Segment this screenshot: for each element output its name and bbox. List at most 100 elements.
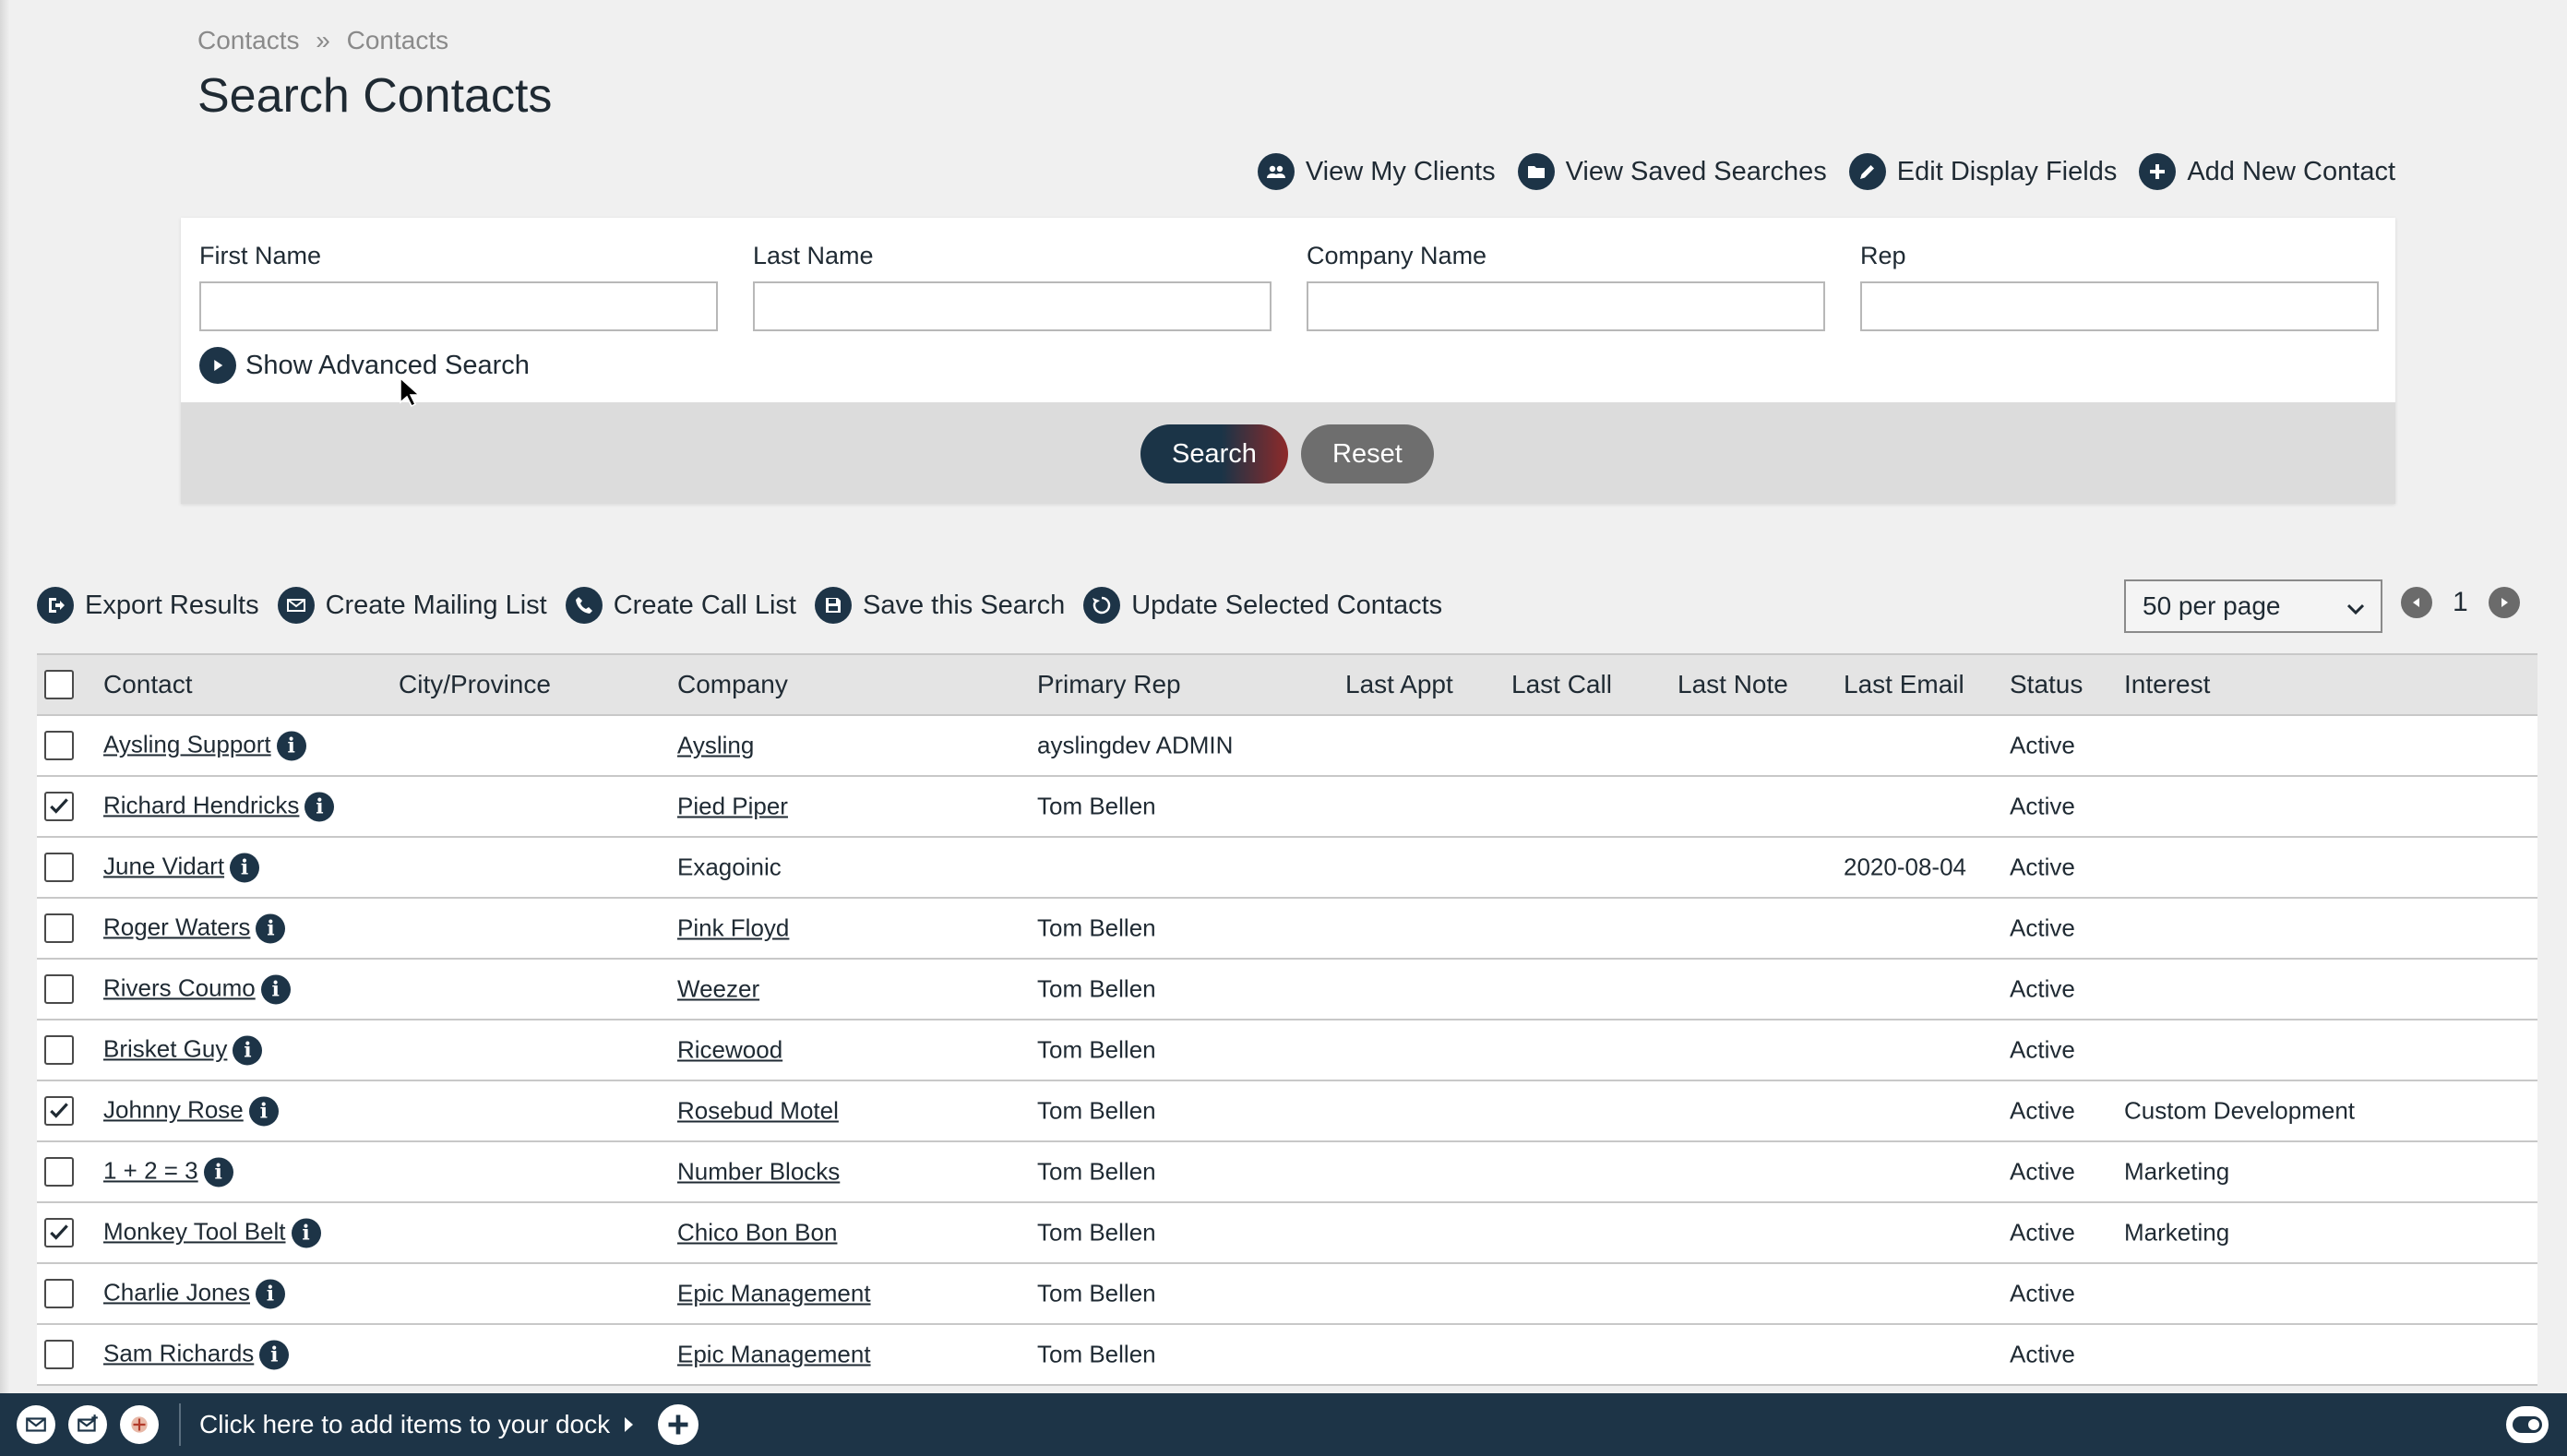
row-checkbox[interactable] xyxy=(44,1157,74,1187)
contact-link[interactable]: 1 + 2 = 3 xyxy=(103,1156,198,1184)
row-checkbox[interactable] xyxy=(44,1340,74,1369)
first-name-input[interactable] xyxy=(199,281,718,331)
col-last-note[interactable]: Last Note xyxy=(1678,670,1788,699)
table-body: Aysling Support i Aysling ayslingdev ADMI… xyxy=(37,716,2537,1386)
info-icon[interactable]: i xyxy=(255,1279,285,1309)
info-icon[interactable]: i xyxy=(248,1096,279,1127)
company-name-input[interactable] xyxy=(1307,281,1825,331)
reset-button[interactable]: Reset xyxy=(1301,424,1434,483)
create-mailing-list-button[interactable]: Create Mailing List xyxy=(277,587,547,624)
edit-display-fields-button[interactable]: Edit Display Fields xyxy=(1848,153,2117,190)
search-button[interactable]: Search xyxy=(1140,424,1288,483)
add-new-contact-label: Add New Contact xyxy=(2187,156,2395,186)
contact-link[interactable]: Johnny Rose xyxy=(103,1095,244,1123)
toggle-icon[interactable] xyxy=(2506,1406,2549,1443)
previous-page-icon[interactable] xyxy=(2401,587,2432,618)
contact-link[interactable]: Richard Hendricks xyxy=(103,791,299,818)
info-icon[interactable]: i xyxy=(260,974,291,1005)
col-city[interactable]: City/Province xyxy=(399,670,551,699)
company-link[interactable]: Pink Floyd xyxy=(677,914,789,943)
info-icon[interactable]: i xyxy=(276,731,306,761)
company-link[interactable]: Pied Piper xyxy=(677,793,788,821)
row-checkbox[interactable] xyxy=(44,1096,74,1126)
primary-rep-cell: Tom Bellen xyxy=(1037,1279,1156,1307)
row-checkbox[interactable] xyxy=(44,792,74,821)
app-launcher-icon[interactable] xyxy=(120,1405,159,1444)
contact-link[interactable]: Aysling Support xyxy=(103,730,271,758)
row-checkbox[interactable] xyxy=(44,974,74,1004)
caret-right-icon xyxy=(623,1416,634,1433)
contact-link[interactable]: Charlie Jones xyxy=(103,1278,250,1306)
status-cell: Active xyxy=(2010,913,2075,942)
row-checkbox[interactable] xyxy=(44,731,74,760)
mail-icon[interactable] xyxy=(17,1405,55,1444)
company-link[interactable]: Rosebud Motel xyxy=(677,1097,839,1126)
row-checkbox[interactable] xyxy=(44,913,74,943)
company-link[interactable]: Weezer xyxy=(677,975,759,1004)
info-icon[interactable]: i xyxy=(203,1157,233,1187)
row-checkbox[interactable] xyxy=(44,1035,74,1065)
primary-rep-cell: Tom Bellen xyxy=(1037,1340,1156,1368)
row-checkbox[interactable] xyxy=(44,1218,74,1247)
create-call-list-button[interactable]: Create Call List xyxy=(565,587,796,624)
rep-input[interactable] xyxy=(1860,281,2379,331)
status-cell: Active xyxy=(2010,974,2075,1003)
company-link[interactable]: Number Blocks xyxy=(677,1158,840,1187)
first-name-field-group: First Name xyxy=(199,242,718,331)
company-link[interactable]: Epic Management xyxy=(677,1280,871,1308)
mail-plus-icon[interactable] xyxy=(68,1405,107,1444)
contact-link[interactable]: June Vidart xyxy=(103,852,224,879)
contact-link[interactable]: Roger Waters xyxy=(103,913,250,940)
contact-cell: June Vidart i xyxy=(103,852,260,883)
play-icon xyxy=(199,347,236,384)
last-name-input[interactable] xyxy=(753,281,1272,331)
info-icon[interactable]: i xyxy=(230,853,260,883)
top-actions: View My Clients View Saved Searches Edit… xyxy=(1257,153,2395,190)
next-page-icon[interactable] xyxy=(2488,587,2520,618)
pagination: 1 xyxy=(2401,587,2520,618)
rep-field-group: Rep xyxy=(1860,242,2379,331)
contact-link[interactable]: Sam Richards xyxy=(103,1339,254,1366)
info-icon[interactable]: i xyxy=(233,1035,263,1066)
dock-hint[interactable]: Click here to add items to your dock xyxy=(199,1410,610,1439)
contact-link[interactable]: Brisket Guy xyxy=(103,1034,227,1062)
view-saved-searches-button[interactable]: View Saved Searches xyxy=(1517,153,1827,190)
select-all-checkbox[interactable] xyxy=(44,670,74,699)
col-status[interactable]: Status xyxy=(2010,670,2083,699)
add-new-contact-button[interactable]: Add New Contact xyxy=(2139,153,2395,190)
contact-cell: Sam Richards i xyxy=(103,1339,290,1370)
col-contact[interactable]: Contact xyxy=(103,670,193,699)
export-results-button[interactable]: Export Results xyxy=(37,587,259,624)
contact-link[interactable]: Monkey Tool Belt xyxy=(103,1217,286,1245)
breadcrumb-item[interactable]: Contacts xyxy=(347,26,449,54)
page-title: Search Contacts xyxy=(197,69,553,123)
row-checkbox[interactable] xyxy=(44,1279,74,1308)
info-icon[interactable]: i xyxy=(291,1218,321,1248)
table-row: June Vidart i Exagoinic 2020-08-04 Active xyxy=(37,838,2537,899)
col-last-email[interactable]: Last Email xyxy=(1844,670,1964,699)
status-cell: Active xyxy=(2010,1279,2075,1307)
info-icon[interactable]: i xyxy=(304,792,335,822)
interest-cell: Marketing xyxy=(2124,1157,2230,1186)
info-icon[interactable]: i xyxy=(256,913,286,944)
breadcrumb-item[interactable]: Contacts xyxy=(197,26,300,54)
save-this-search-button[interactable]: Save this Search xyxy=(814,587,1065,624)
col-interest[interactable]: Interest xyxy=(2124,670,2210,699)
company-link[interactable]: Chico Bon Bon xyxy=(677,1219,837,1247)
contact-link[interactable]: Rivers Coumo xyxy=(103,973,256,1001)
breadcrumb-separator: » xyxy=(316,26,330,54)
col-company[interactable]: Company xyxy=(677,670,788,699)
show-advanced-search-toggle[interactable]: Show Advanced Search xyxy=(199,347,530,384)
company-link[interactable]: Epic Management xyxy=(677,1341,871,1369)
col-last-call[interactable]: Last Call xyxy=(1511,670,1612,699)
company-link[interactable]: Ricewood xyxy=(677,1036,782,1065)
info-icon[interactable]: i xyxy=(259,1340,290,1370)
dock-add-icon[interactable] xyxy=(658,1404,699,1445)
col-last-appt[interactable]: Last Appt xyxy=(1345,670,1453,699)
company-link[interactable]: Aysling xyxy=(677,732,754,760)
per-page-select[interactable]: 50 per page xyxy=(2124,579,2382,633)
row-checkbox[interactable] xyxy=(44,853,74,882)
col-primary-rep[interactable]: Primary Rep xyxy=(1037,670,1181,699)
update-selected-contacts-button[interactable]: Update Selected Contacts xyxy=(1083,587,1442,624)
view-my-clients-button[interactable]: View My Clients xyxy=(1257,153,1496,190)
